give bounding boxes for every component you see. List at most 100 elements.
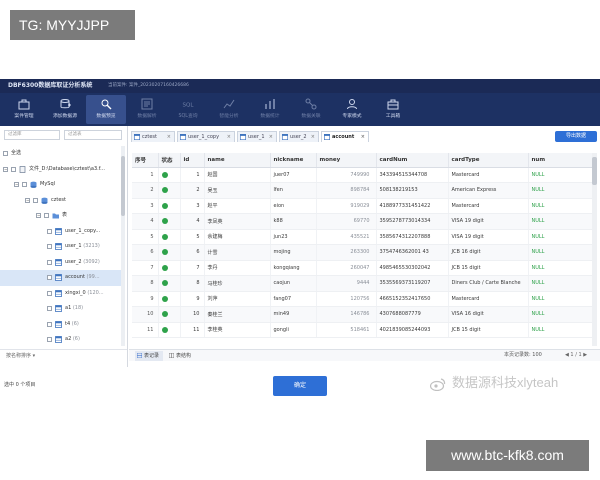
sort-order-select[interactable]: 按名称排序 ▾ [0,349,127,363]
pager[interactable]: ◀ 1 / 1 ▶ [565,350,587,361]
tree-item[interactable]: 全选 [0,146,121,162]
table-cell: 刘萍 [204,291,271,307]
table-icon [324,134,330,140]
tree-checkbox[interactable] [47,321,52,327]
tab-3[interactable]: user_2 × [279,131,319,142]
column-header[interactable]: num [528,153,592,168]
tab-1[interactable]: user_1_copy × [177,131,235,142]
tree-item[interactable]: user_2 (3092) [0,255,121,271]
column-header[interactable]: cardNum [376,153,449,168]
tree-checkbox[interactable] [11,166,16,172]
table-tabs: 导出数据 cztest × user_1_copy × user_1 × user_2 × ac… [129,131,600,143]
tree-item-label: 文件_D:\Database\cztest\a3.f... [29,165,105,172]
collapse-toggle[interactable]: − [14,182,19,187]
tree-checkbox[interactable] [47,306,52,311]
toolbar-button-7[interactable]: 数据关联 [291,95,331,124]
tab-table-records[interactable]: 表记录 [135,351,164,361]
toolbar-button-2[interactable]: 数据预览 [86,95,126,124]
tree-item[interactable]: t4 (6) [0,317,121,333]
column-header[interactable]: 序号 [132,153,159,168]
table-row[interactable]: 10 10 秦桂兰 min49 146786 4307688087779 VISA 16 d… [132,306,592,323]
table-cell: 3 [132,198,159,214]
confirm-button[interactable]: 确定 [273,376,327,396]
tree-checkbox[interactable] [33,197,38,203]
table-row[interactable]: 8 8 马桂珍 caojun 9444 3535569373119207 Diners Cl… [132,275,592,292]
tree-item[interactable]: − cztest [0,193,121,209]
tree-item[interactable]: − MySql [0,177,121,193]
column-header[interactable]: 状态 [158,153,181,168]
toolbar-button-5[interactable]: 智能分析 [209,95,249,124]
db-filter-input[interactable]: 过滤库 [4,130,60,140]
close-icon[interactable]: × [311,132,315,142]
table-row[interactable]: 2 2 吴玉 lfen 898784 508138219153 American Expre… [132,182,592,199]
column-header[interactable]: nickname [270,153,317,168]
database-tree: 全选 − 文件_D:\Database\cztest\a3.f... − MySql… [0,146,121,348]
tree-checkbox[interactable] [47,228,52,234]
tree-item[interactable]: xingxi_0 (120... [0,286,121,302]
table-row[interactable]: 6 6 计雪 mojing 263300 3754746362001 43 JCB 16 d… [132,244,592,261]
table-row[interactable]: 9 9 刘萍 fang07 120756 4665152352417650 Masterca… [132,291,592,307]
dialog-footer: 选中 0 个项目 确定 数据源科技xlyteah [0,367,600,397]
table-row[interactable]: 1 1 赵国 juer07 749990 343394515344708 Mastercar… [132,167,592,183]
column-header[interactable]: money [316,153,377,168]
table-cell: 11 [180,322,205,338]
close-icon[interactable]: × [269,132,273,142]
tree-item[interactable]: a1 (18) [0,301,121,317]
tree-checkbox[interactable] [47,290,52,296]
table-row[interactable]: 3 3 赵平 eion 919029 4188977331451422 Mastercard… [132,198,592,214]
table-filter-input[interactable]: 过滤表 [64,130,122,140]
tree-item[interactable]: − 表 [0,208,121,224]
toolbar-button-0[interactable]: 案件管理 [4,95,44,124]
tab-2[interactable]: user_1 × [237,131,277,142]
tree-scrollbar[interactable] [121,146,125,346]
table-cell: 4188977331451422 [376,198,449,214]
table-cell: 10 [180,306,205,323]
toolbar-button-4[interactable]: SQL SQL查询 [168,95,208,124]
status-ok-icon [161,187,168,193]
collapse-toggle[interactable]: − [3,166,8,172]
tree-checkbox[interactable] [47,337,52,342]
export-data-button[interactable]: 导出数据 [555,131,597,142]
table-row[interactable]: 4 4 李凤英 k88 69770 3595278773014334 VISA 19 dig… [132,213,592,230]
table-cell: 4985465530302042 [376,260,449,276]
grid-scrollbar[interactable] [592,153,597,346]
tree-item-label: MySql [40,181,56,187]
collapse-toggle[interactable]: − [25,197,30,203]
column-header[interactable]: id [180,153,205,168]
collapse-toggle[interactable]: − [36,213,41,218]
tree-checkbox[interactable] [44,213,49,218]
table-row[interactable]: 7 7 李丹 kongqiang 260047 4985465530302042 JCB 1… [132,260,592,276]
table-cell: kongqiang [270,260,317,276]
toolbar-button-8[interactable]: 专家模式 [332,95,372,124]
table-row[interactable]: 11 11 李桂英 gongli 518461 4021839085244093 JCB 1… [132,322,592,338]
table-cell: 260047 [316,260,377,276]
tree-item[interactable]: − 文件_D:\Database\cztest\a3.f... [0,162,121,178]
tab-table-structure[interactable]: 表结构 [167,351,195,361]
toolbar-button-9[interactable]: 工具箱 [373,95,413,124]
tree-checkbox[interactable] [22,182,27,187]
tree-item[interactable]: user_1_copy... [0,224,121,240]
tab-0[interactable]: cztest × [131,131,175,142]
toolbar-button-3[interactable]: 数据解析 [127,95,167,124]
tree-checkbox[interactable] [47,244,52,249]
app-title: DBF6300数据库取证分析系统 [8,82,93,89]
toolbar-button-1[interactable]: 添加数据源 [45,95,85,124]
close-icon[interactable]: × [227,132,231,142]
column-header[interactable]: cardType [448,153,529,168]
tree-item[interactable]: user_1 (3213) [0,239,121,255]
watermark-text: 数据源科技xlyteah [452,375,559,390]
table-cell: 3535569373119207 [376,275,449,292]
table-cell: 518461 [316,322,377,338]
table-row[interactable]: 5 5 余建梅 jun23 435521 3585674312207888 VISA 19 … [132,229,592,245]
toolbar-button-6[interactable]: 数据统计 [250,95,290,124]
tree-item[interactable]: account (99... [0,270,121,286]
tree-checkbox[interactable] [47,259,52,265]
close-icon[interactable]: × [167,132,171,142]
tree-checkbox[interactable] [47,275,52,280]
table-icon [55,274,62,281]
close-icon[interactable]: × [361,132,365,142]
column-header[interactable]: name [204,153,271,168]
tree-item[interactable]: a2 (6) [0,332,121,348]
tab-4[interactable]: account × [321,131,369,142]
tree-checkbox[interactable] [3,151,8,156]
